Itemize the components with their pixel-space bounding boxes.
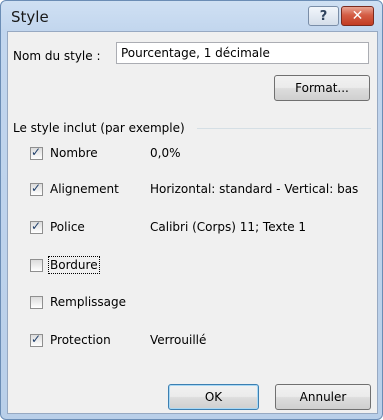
ok-button[interactable]: OK (168, 384, 259, 410)
style-name-label: Nom du style : (13, 49, 101, 63)
nombre-checkbox[interactable]: ✓ (30, 144, 43, 160)
style-dialog: Style ? ✕ Nom du style : Pourcentage, 1 … (0, 0, 383, 420)
check-icon: ✓ (31, 144, 42, 159)
bordure-label: Bordure (48, 256, 100, 274)
protection-value: Verrouillé (150, 333, 207, 347)
help-button[interactable]: ? (308, 6, 339, 26)
format-button-label: Format... (295, 81, 349, 95)
cancel-button-label: Annuler (299, 390, 347, 404)
dialog-title: Style (11, 8, 49, 26)
check-icon: ✓ (31, 180, 42, 195)
checkbox-row-bordure[interactable]: Bordure (30, 256, 100, 274)
protection-checkbox[interactable]: ✓ (30, 331, 43, 347)
title-bar[interactable]: Style ? ✕ (1, 1, 382, 31)
bordure-checkbox[interactable] (30, 258, 43, 272)
checkbox-row-remplissage[interactable]: Remplissage (30, 294, 126, 310)
nombre-label: Nombre (50, 146, 98, 160)
close-icon: ✕ (351, 8, 364, 24)
checkbox-row-nombre[interactable]: ✓ Nombre (30, 145, 98, 161)
nombre-value: 0,0% (150, 146, 181, 160)
police-checkbox[interactable]: ✓ (30, 218, 43, 234)
format-button[interactable]: Format... (274, 75, 370, 101)
style-name-input[interactable]: Pourcentage, 1 décimale (116, 42, 369, 64)
police-label: Police (50, 220, 85, 234)
checkbox-row-alignement[interactable]: ✓ Alignement (30, 181, 119, 197)
police-value: Calibri (Corps) 11; Texte 1 (150, 220, 307, 234)
close-button[interactable]: ✕ (341, 6, 374, 26)
style-includes-group-title: Le style inclut (par exemple) (13, 121, 185, 135)
dialog-body: Nom du style : Pourcentage, 1 décimale F… (7, 31, 378, 414)
checkbox-row-protection[interactable]: ✓ Protection (30, 332, 111, 348)
checkbox-row-police[interactable]: ✓ Police (30, 219, 85, 235)
check-icon: ✓ (31, 218, 42, 233)
cancel-button[interactable]: Annuler (275, 384, 371, 410)
check-icon: ✓ (31, 331, 42, 346)
ok-button-label: OK (204, 390, 223, 404)
alignement-label: Alignement (50, 182, 119, 196)
alignement-checkbox[interactable]: ✓ (30, 180, 43, 196)
alignement-value: Horizontal: standard - Vertical: bas (150, 182, 359, 196)
remplissage-checkbox[interactable] (30, 295, 43, 309)
remplissage-label: Remplissage (50, 295, 127, 309)
group-divider (197, 128, 371, 129)
protection-label: Protection (50, 333, 111, 347)
